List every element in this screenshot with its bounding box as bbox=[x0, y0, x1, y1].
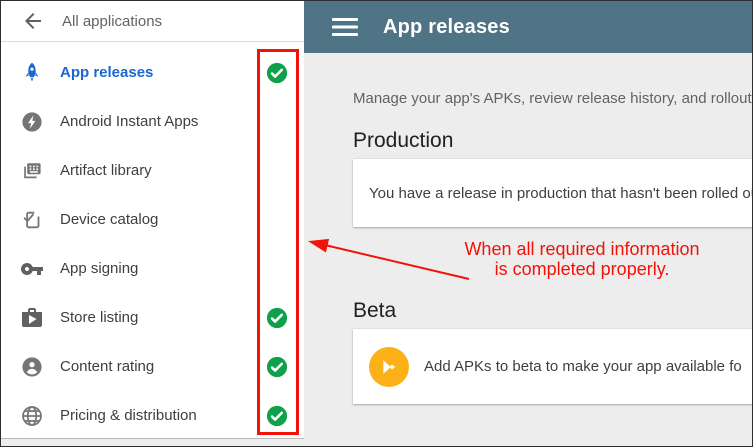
production-heading: Production bbox=[353, 129, 454, 153]
rocket-icon bbox=[25, 62, 39, 81]
back-to-all-applications[interactable]: All applications bbox=[1, 1, 304, 42]
sidebar-item-label: Device catalog bbox=[60, 211, 159, 228]
annotation-note: When all required information is complet… bbox=[442, 239, 722, 279]
sidebar-item-label: Pricing & distribution bbox=[60, 407, 197, 424]
instant-apps-icon bbox=[22, 111, 42, 132]
sidebar-item-label: Content rating bbox=[60, 358, 155, 375]
sidebar-item-label: Artifact library bbox=[60, 162, 152, 179]
play-store-icon bbox=[369, 346, 409, 387]
artifact-library-icon bbox=[24, 162, 41, 178]
globe-icon bbox=[22, 405, 42, 426]
sidebar-item-label: Store listing bbox=[60, 309, 139, 326]
sidebar-item-label: App releases bbox=[60, 64, 154, 81]
back-label: All applications bbox=[62, 12, 163, 30]
sidebar-item-label: Android Instant Apps bbox=[60, 113, 199, 130]
annotation-line1: When all required information bbox=[464, 239, 700, 259]
store-bag-icon bbox=[22, 307, 42, 327]
page-title: App releases bbox=[383, 15, 510, 38]
back-arrow-icon bbox=[25, 13, 41, 29]
content-rating-icon bbox=[22, 356, 42, 377]
page-header: App releases bbox=[304, 1, 752, 53]
key-icon bbox=[21, 262, 43, 275]
beta-card[interactable]: Add APKs to beta to make your app availa… bbox=[353, 329, 752, 404]
beta-heading: Beta bbox=[353, 299, 397, 323]
annotation-line2: is completed properly. bbox=[494, 259, 670, 279]
device-catalog-icon bbox=[23, 211, 40, 228]
page-description: Manage your app's APKs, review release h… bbox=[353, 90, 752, 107]
sidebar-item-label: App signing bbox=[60, 260, 139, 277]
beta-card-text: Add APKs to beta to make your app availa… bbox=[424, 358, 742, 375]
annotation-rectangle bbox=[257, 49, 299, 435]
menu-icon[interactable] bbox=[332, 17, 358, 37]
production-card-text: You have a release in production that ha… bbox=[369, 184, 753, 202]
play-console-window: All applications App releases Android In… bbox=[0, 0, 753, 447]
production-card[interactable]: You have a release in production that ha… bbox=[353, 159, 753, 227]
